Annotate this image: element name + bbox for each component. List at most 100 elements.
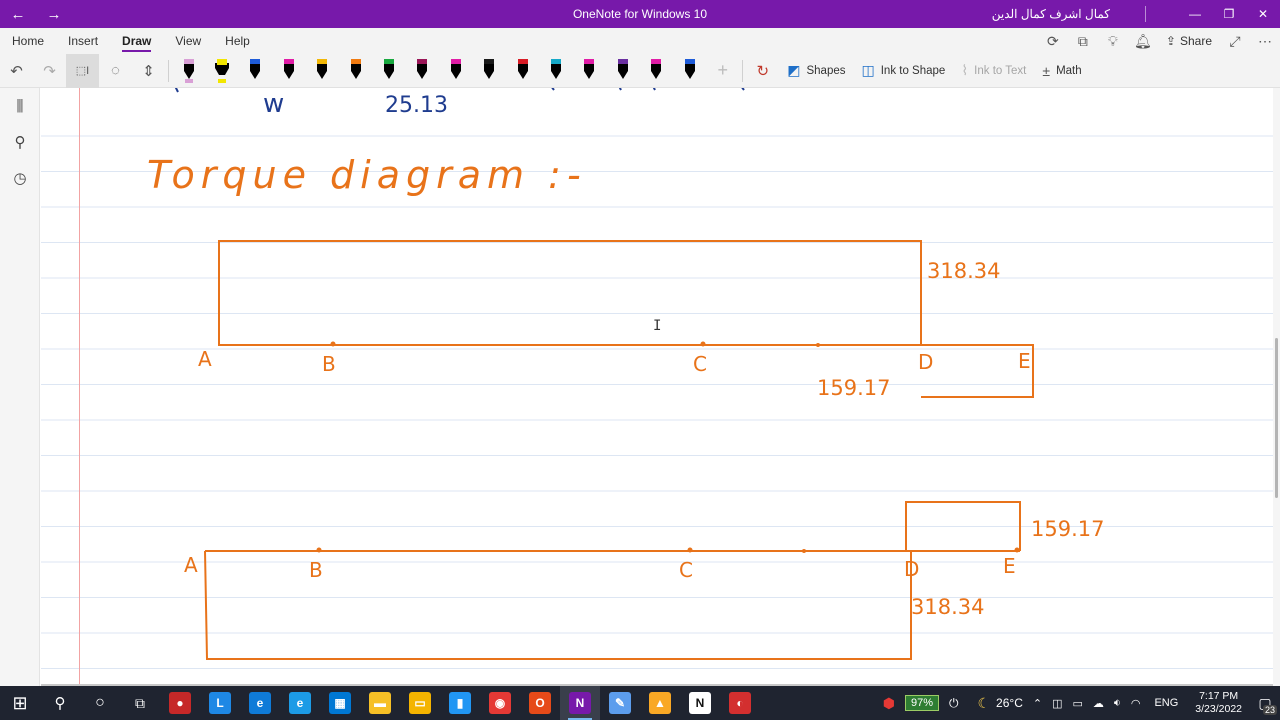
point-marker	[816, 343, 820, 347]
pen-tool[interactable]	[573, 54, 606, 88]
value-159-17: 159.17	[817, 376, 890, 400]
onenote-window: ← → OneNote for Windows 10 كمال اشرف كما…	[0, 0, 1280, 720]
battery-indicator[interactable]: 97%	[900, 686, 944, 720]
wifi-icon[interactable]: ◠	[1126, 686, 1146, 720]
pen-icon	[350, 58, 361, 79]
search-icon[interactable]: ⚲	[0, 124, 40, 160]
pen-tool[interactable]	[473, 54, 506, 88]
pen-tool[interactable]	[406, 54, 439, 88]
scrollbar-thumb[interactable]	[1275, 338, 1278, 498]
math-button[interactable]: ± Math	[1034, 54, 1089, 88]
shapes-button[interactable]: ◩ Shapes	[779, 54, 853, 88]
forward-arrow-icon[interactable]: →	[36, 0, 72, 28]
task-view-taskbar-button[interactable]: ⧉	[120, 686, 160, 720]
torque-diagram-2	[204, 501, 1021, 660]
more-options-icon[interactable]: ⋯	[1250, 28, 1280, 54]
language-indicator[interactable]: ENG	[1145, 686, 1187, 720]
pen-tool[interactable]	[606, 54, 639, 88]
store-taskbar-button[interactable]: ▦	[320, 686, 360, 720]
user-name[interactable]: كمال اشرف كمال الدين	[992, 7, 1110, 21]
ie-taskbar-button[interactable]: e	[280, 686, 320, 720]
screen-recorder-taskbar-button[interactable]: ◐	[720, 686, 760, 720]
ribbon-separator	[168, 59, 169, 82]
pen-tool[interactable]	[639, 54, 672, 88]
edge-taskbar-button[interactable]: e	[240, 686, 280, 720]
sticky-notes-taskbar-button[interactable]: ▬	[360, 686, 400, 720]
page-canvas[interactable]: w 25.13 Torque diagram :- A B C D E 318.…	[41, 88, 1273, 686]
copy-page-icon[interactable]: ⧉	[1068, 28, 1098, 54]
tab-draw[interactable]: Draw	[110, 28, 163, 54]
onedrive-icon[interactable]: ☁	[1088, 686, 1109, 720]
type-select-icon[interactable]: ⬚I	[66, 53, 99, 88]
antivirus-icon[interactable]: ⬢	[878, 686, 900, 720]
meet-now-icon[interactable]: ◫	[1047, 686, 1067, 720]
pen-tool[interactable]	[239, 54, 272, 88]
power-plug-icon[interactable]: ⏻	[944, 686, 964, 720]
pen-tool[interactable]	[272, 54, 305, 88]
tab-insert[interactable]: Insert	[56, 28, 110, 54]
bell-icon[interactable]: 🔔︎	[1128, 28, 1158, 54]
minimize-button[interactable]: —	[1178, 0, 1212, 28]
pen-tool[interactable]	[372, 54, 405, 88]
phone-app-icon: ▮	[449, 692, 471, 714]
windows-taskbar: ⊞ ⚲ ○ ⧉ ● Le e ▦ ▬ ▭ ▮ ◉ O N ✎ ▲ N ◐ ⬢ 97% ⏻ ☾ 26°C ⌃ ◫ ▭…	[0, 686, 1280, 720]
app-yellow-taskbar-button[interactable]: ▲	[640, 686, 680, 720]
paint-taskbar-button[interactable]: ✎	[600, 686, 640, 720]
expand-icon[interactable]: ⤢	[1220, 28, 1250, 54]
pen-tool[interactable]	[439, 54, 472, 88]
pen-tool[interactable]	[506, 54, 539, 88]
restore-button[interactable]: ❐	[1212, 0, 1246, 28]
clock[interactable]: 7:17 PM 3/23/2022	[1187, 686, 1250, 720]
ink-to-text-button[interactable]: ⌇ Ink to Text	[953, 54, 1034, 88]
pen-tool[interactable]	[172, 54, 205, 88]
tab-view[interactable]: View	[163, 28, 213, 54]
phone-app-taskbar-button[interactable]: ▮	[440, 686, 480, 720]
start-taskbar-button[interactable]: ⊞	[0, 686, 40, 720]
add-pen-icon[interactable]: +	[706, 54, 739, 88]
lasso-select-icon[interactable]: ◌	[99, 54, 132, 88]
pen-tool[interactable]	[539, 54, 572, 88]
lightbulb-icon[interactable]: 💡︎	[1098, 28, 1128, 54]
pen-tool[interactable]	[205, 54, 238, 88]
office-icon: O	[529, 692, 551, 714]
pen-tool[interactable]	[673, 54, 706, 88]
notion-taskbar-button[interactable]: N	[680, 686, 720, 720]
tab-help[interactable]: Help	[213, 28, 262, 54]
moon-icon: ☾	[977, 694, 991, 711]
chevron-up-icon[interactable]: ⌃	[1028, 686, 1047, 720]
tab-home[interactable]: Home	[0, 28, 56, 54]
back-arrow-icon[interactable]: ←	[0, 0, 36, 28]
file-explorer-taskbar-button[interactable]: ▭	[400, 686, 440, 720]
app-red-taskbar-button[interactable]: ●	[160, 686, 200, 720]
close-button[interactable]: ✕	[1246, 0, 1280, 28]
office-taskbar-button[interactable]: O	[520, 686, 560, 720]
recent-clock-icon[interactable]: ◷	[0, 160, 40, 196]
ink-replay-icon[interactable]: ↻	[746, 54, 779, 88]
search-taskbar-button[interactable]: ⚲	[40, 686, 80, 720]
value-318-34: 318.34	[927, 259, 1000, 283]
weather-widget[interactable]: ☾ 26°C	[963, 686, 1027, 720]
label-c: C	[693, 352, 707, 376]
network-icon[interactable]: ▭	[1067, 686, 1087, 720]
notebooks-icon[interactable]: ⫼	[0, 88, 40, 124]
cortana-taskbar-button[interactable]: ○	[80, 686, 120, 720]
notifications-button[interactable]: ▢ 23	[1250, 686, 1280, 720]
onenote-taskbar-button[interactable]: N	[560, 686, 600, 720]
chrome-taskbar-button[interactable]: ◉	[480, 686, 520, 720]
app-l-taskbar-button[interactable]: L	[200, 686, 240, 720]
pen-tool[interactable]	[306, 54, 339, 88]
vertical-scrollbar[interactable]	[1273, 88, 1280, 686]
math-icon: ±	[1042, 62, 1051, 79]
pen-tool[interactable]	[339, 54, 372, 88]
sync-icon[interactable]: ⟳	[1038, 28, 1068, 54]
share-button[interactable]: ⇪ Share	[1158, 34, 1220, 48]
volume-icon[interactable]: 🔉︎	[1109, 686, 1126, 720]
undo-icon[interactable]: ↶	[0, 54, 33, 88]
point-marker	[700, 341, 706, 347]
clock-time: 7:17 PM	[1199, 690, 1239, 702]
redo-icon[interactable]: ↷	[33, 54, 66, 88]
ink-to-shape-button[interactable]: ◫ Ink to Shape	[854, 54, 954, 88]
ink-letter-w: w	[263, 89, 284, 119]
ink-to-shape-icon: ◫	[861, 62, 875, 78]
add-space-icon[interactable]: ⇕	[132, 54, 165, 88]
